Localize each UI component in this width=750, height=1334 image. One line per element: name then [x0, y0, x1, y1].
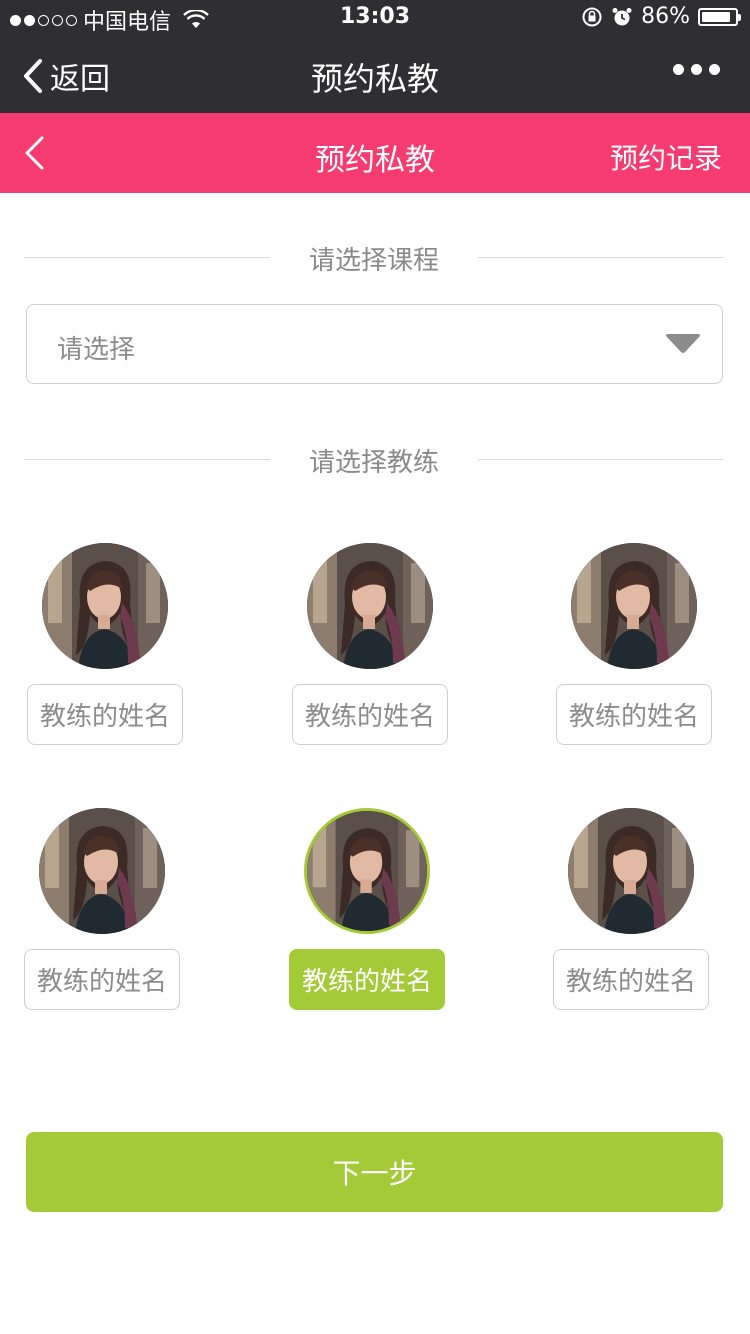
carrier-label: 中国电信: [83, 10, 172, 35]
booking-records-link[interactable]: 预约记录: [610, 137, 722, 177]
course-section-divider: 请选择课程: [24, 238, 724, 278]
coach-name-button[interactable]: 教练的姓名: [556, 684, 712, 745]
status-left: 中国电信: [10, 4, 209, 36]
coach-name-button[interactable]: 教练的姓名: [289, 949, 445, 1010]
lock-rotation-icon: [582, 7, 602, 26]
header-back-button[interactable]: [20, 135, 50, 171]
coach-card[interactable]: 教练的姓名: [553, 808, 709, 1013]
coach-name-button[interactable]: 教练的姓名: [27, 684, 183, 745]
divider-line: [478, 257, 724, 258]
coach-section-divider: 请选择教练: [24, 440, 724, 480]
coach-card[interactable]: 教练的姓名: [556, 543, 712, 748]
coach-avatar[interactable]: [571, 543, 697, 669]
wechat-title: 预约私教: [310, 60, 439, 98]
coach-name-button[interactable]: 教练的姓名: [553, 949, 709, 1010]
caret-down-icon: [666, 334, 700, 353]
alarm-icon: [612, 7, 632, 25]
coach-card[interactable]: 教练的姓名: [292, 543, 448, 748]
divider-line: [478, 459, 724, 460]
status-bar: 中国电信 13:03 86%: [0, 0, 750, 36]
wechat-nav-bar: 返回 预约私教: [0, 36, 750, 113]
coach-name-button[interactable]: 教练的姓名: [24, 949, 180, 1010]
coach-avatar[interactable]: [568, 808, 694, 934]
wechat-back-button[interactable]: 返回: [20, 54, 110, 98]
chevron-left-icon: [24, 59, 42, 93]
coach-avatar[interactable]: [304, 808, 430, 934]
avatar-photo: [307, 543, 433, 669]
battery-icon: [698, 7, 741, 26]
coach-avatar[interactable]: [42, 543, 168, 669]
next-step-button[interactable]: 下一步: [26, 1132, 723, 1212]
more-dots-icon[interactable]: [673, 64, 720, 75]
coach-card[interactable]: 教练的姓名: [289, 808, 445, 1013]
coach-avatar[interactable]: [39, 808, 165, 934]
coach-section-label: 请选择教练: [308, 448, 439, 478]
avatar-photo: [307, 811, 427, 931]
battery-fill: [702, 11, 730, 22]
signal-icon: [10, 14, 77, 26]
wechat-back-label: 返回: [50, 62, 110, 97]
status-right: 86%: [581, 4, 741, 29]
coach-card[interactable]: 教练的姓名: [27, 543, 183, 748]
avatar-photo: [42, 543, 168, 669]
coach-name-button[interactable]: 教练的姓名: [292, 684, 448, 745]
course-select-placeholder: 请选择: [57, 335, 136, 365]
battery-percent: 86%: [641, 4, 690, 29]
course-section-label: 请选择课程: [308, 246, 439, 276]
avatar-photo: [568, 808, 694, 934]
avatar-photo: [39, 808, 165, 934]
avatar-photo: [571, 543, 697, 669]
coach-card[interactable]: 教练的姓名: [24, 808, 180, 1013]
app-header: 预约私教 预约记录: [0, 113, 750, 193]
course-select[interactable]: 请选择: [26, 304, 723, 384]
coach-avatar[interactable]: [307, 543, 433, 669]
wifi-icon: [183, 10, 209, 28]
